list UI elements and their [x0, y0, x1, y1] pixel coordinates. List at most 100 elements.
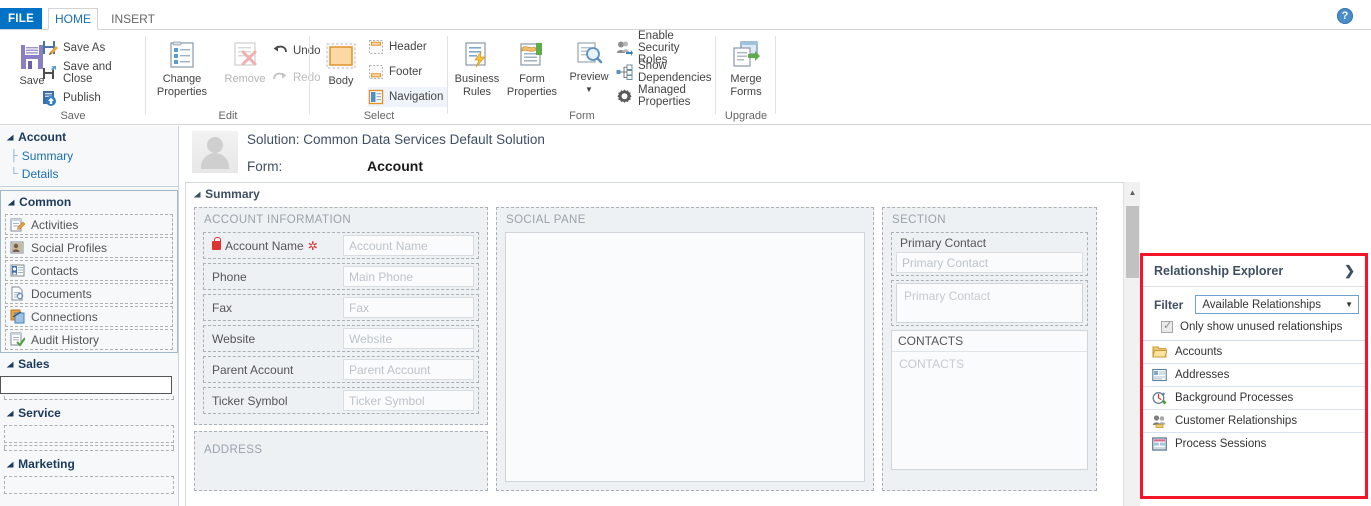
sidebar-item-summary[interactable]: ├ Summary [0, 147, 178, 165]
sidebar-section-marketing[interactable]: ◢ Marketing [0, 453, 178, 474]
list-item[interactable]: Addresses [1143, 364, 1365, 387]
save-as-button[interactable]: Save As [42, 38, 109, 58]
section-right[interactable]: Section Primary Contact Primary Contact … [882, 207, 1097, 491]
merge-forms-button[interactable]: Merge Forms [718, 40, 774, 98]
social-pane-body[interactable] [505, 232, 865, 482]
enable-security-roles-button[interactable]: Enable Security Roles [616, 30, 716, 66]
chevron-right-icon[interactable]: ❯ [1344, 263, 1355, 279]
navigation-icon [368, 89, 384, 105]
section-address[interactable]: ADDRESS [194, 431, 488, 491]
relationship-explorer-panel: Relationship Explorer ❯ Filter Available… [1140, 253, 1368, 499]
form-vertical-scrollbar[interactable]: ▲ [1123, 182, 1140, 506]
main-area: ◢ Account ├ Summary └ Details ◢ Common A… [0, 126, 1371, 506]
field-row-parent-account[interactable]: Parent Account Parent Account [203, 356, 479, 383]
field-row-account-name[interactable]: Account Name ✲ Account Name [203, 232, 479, 259]
contacts-grid[interactable]: CONTACTS CONTACTS [891, 330, 1088, 470]
field-input-website[interactable]: Website [343, 328, 474, 349]
security-roles-icon [616, 40, 633, 56]
header-button[interactable]: Header [368, 37, 431, 57]
body-icon [324, 42, 358, 72]
section-account-information[interactable]: ACCOUNT INFORMATION Account Name ✲ Accou… [194, 207, 488, 425]
remove-button[interactable]: Remove [216, 40, 274, 86]
list-item[interactable]: Background Processes [1143, 387, 1365, 410]
form-navigation-sidebar: ◢ Account ├ Summary └ Details ◢ Common A… [0, 126, 179, 506]
list-item-label: Background Processes [1175, 392, 1294, 404]
process-sessions-icon [1152, 437, 1167, 451]
field-row-website[interactable]: Website Website [203, 325, 479, 352]
help-icon[interactable]: ? [1337, 8, 1353, 24]
field-row-fax[interactable]: Fax Fax [203, 294, 479, 321]
ribbon-separator [775, 36, 776, 114]
field-row-phone[interactable]: Phone Main Phone [203, 263, 479, 290]
save-as-icon [42, 40, 58, 56]
form-properties-button[interactable]: Form Properties [504, 40, 560, 98]
sidebar-item-activities[interactable]: Activities [5, 214, 173, 235]
list-item[interactable]: Accounts [1143, 341, 1365, 364]
redo-icon [272, 71, 288, 85]
field-row-ticker-symbol[interactable]: Ticker Symbol Ticker Symbol [203, 387, 479, 414]
sidebar-section-service[interactable]: ◢ Service [0, 402, 178, 423]
sidebar-section-account[interactable]: ◢ Account [0, 126, 178, 147]
form-tab-content: ACCOUNT INFORMATION Account Name ✲ Accou… [194, 207, 1110, 506]
form-header: Solution: Common Data Services Default S… [179, 126, 1140, 178]
publish-label: Publish [63, 92, 101, 104]
field-input-ticker-symbol[interactable]: Ticker Symbol [343, 390, 474, 411]
undo-icon [272, 44, 288, 58]
sidebar-item-audit-history[interactable]: Audit History [5, 329, 173, 350]
sidebar-marketing-empty-slot[interactable] [4, 476, 174, 494]
header-label: Header [389, 41, 427, 53]
sidebar-sales-empty-slot[interactable] [0, 376, 172, 394]
chevron-down-icon: ▼ [1345, 300, 1353, 309]
change-properties-button[interactable]: Change Properties [151, 40, 213, 98]
primary-contact-pane[interactable]: Primary Contact [896, 283, 1083, 323]
dependencies-icon [616, 64, 633, 80]
field-row-primary-contact[interactable]: Primary Contact Primary Contact [891, 232, 1088, 276]
sidebar-section-sales[interactable]: ◢ Sales [0, 353, 178, 374]
relationship-explorer-title: Relationship Explorer [1154, 264, 1284, 278]
accounts-folder-icon [1152, 345, 1167, 359]
list-item[interactable]: Customer Relationships [1143, 410, 1365, 433]
collapse-triangle-icon: ◢ [7, 409, 14, 417]
show-dependencies-button[interactable]: Show Dependencies [616, 60, 716, 84]
sidebar-item-documents[interactable]: Documents [5, 283, 173, 304]
preview-split-caret-icon[interactable]: ▼ [585, 85, 593, 94]
section-social-pane[interactable]: SOCIAL PANE [496, 207, 874, 491]
relationship-filter-select[interactable]: Available Relationships ▼ [1195, 295, 1359, 314]
scroll-up-arrow-icon[interactable]: ▲ [1124, 185, 1140, 199]
business-rules-button[interactable]: Business Rules [452, 40, 502, 98]
sidebar-service-empty-slot[interactable] [4, 425, 174, 443]
required-asterisk-icon: ✲ [307, 238, 318, 253]
tab-home[interactable]: HOME [48, 8, 98, 30]
tab-file[interactable]: FILE [0, 8, 42, 30]
sidebar-item-details[interactable]: └ Details [0, 165, 178, 183]
scrollbar-thumb[interactable] [1126, 206, 1139, 278]
body-button[interactable]: Body [318, 42, 364, 88]
sidebar-item-connections[interactable]: Connections [5, 306, 173, 327]
save-and-close-button[interactable]: Save and Close [42, 61, 146, 85]
form-tab-summary[interactable]: ◢ Summary [186, 183, 1140, 205]
remove-icon [230, 40, 260, 70]
footer-button[interactable]: Footer [368, 62, 426, 82]
checkbox-icon[interactable] [1161, 319, 1173, 333]
field-input-phone[interactable]: Main Phone [343, 266, 474, 287]
only-unused-relationships-checkbox-row[interactable]: Only show unused relationships [1143, 316, 1365, 340]
field-input-parent-account[interactable]: Parent Account [343, 359, 474, 380]
preview-button[interactable]: Preview ▼ [562, 40, 616, 94]
field-input-account-name[interactable]: Account Name [343, 235, 474, 256]
section-account-information-title: ACCOUNT INFORMATION [204, 214, 352, 226]
publish-button[interactable]: Publish [42, 88, 105, 108]
ribbon-group-form: Business Rules Form Properties Preview ▼… [448, 30, 716, 125]
sidebar-item-contacts[interactable]: Contacts [5, 260, 173, 281]
field-input-primary-contact[interactable]: Primary Contact [896, 252, 1083, 273]
field-input-fax[interactable]: Fax [343, 297, 474, 318]
tab-insert[interactable]: INSERT [104, 8, 162, 30]
navigation-button[interactable]: Navigation [368, 87, 448, 107]
list-item-label: Customer Relationships [1175, 415, 1298, 427]
subgrid-contacts[interactable]: CONTACTS CONTACTS [891, 330, 1088, 470]
sidebar-item-documents-label: Documents [31, 286, 92, 301]
managed-properties-button[interactable]: Managed Properties [616, 84, 716, 108]
sidebar-section-common[interactable]: ◢ Common [1, 191, 177, 212]
list-item[interactable]: Process Sessions [1143, 433, 1365, 455]
sidebar-item-social-profiles[interactable]: Social Profiles [5, 237, 173, 258]
field-row-primary-contact-pane[interactable]: Primary Contact [891, 280, 1088, 326]
